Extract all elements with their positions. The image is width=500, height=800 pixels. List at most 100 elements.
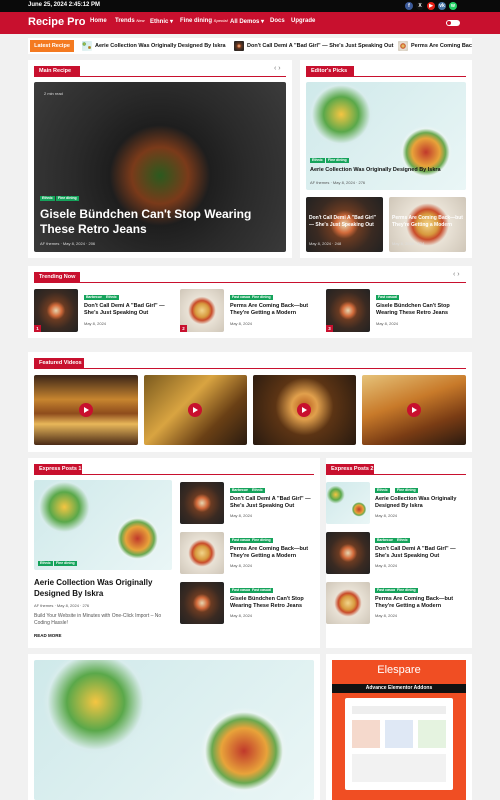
nav-item-all-demos[interactable]: All Demos ▾: [230, 18, 264, 25]
ad-preview-block: [352, 754, 446, 782]
nav-label: Fine dining: [180, 18, 212, 24]
category-badge[interactable]: Fast casual: [376, 295, 400, 300]
category-badge[interactable]: Fine dining: [395, 588, 418, 593]
trending-panel: [28, 266, 472, 338]
play-icon[interactable]: [188, 403, 202, 417]
category-badge[interactable]: Fast casual: [250, 588, 274, 593]
express-list-image[interactable]: [180, 532, 224, 574]
play-icon[interactable]: [297, 403, 311, 417]
post-date: May 8, 2024: [230, 513, 253, 518]
read-time: 2 min read: [44, 91, 63, 96]
trending-title[interactable]: Perms Are Coming Back—but They're Gettin…: [230, 303, 320, 317]
express-list-image[interactable]: [326, 582, 370, 624]
category-badge[interactable]: Fine dining: [395, 488, 418, 493]
nav-item-ethnic[interactable]: Ethnic ▾: [150, 18, 173, 25]
dark-mode-toggle[interactable]: [446, 20, 460, 26]
express-list-title[interactable]: Perms Are Coming Back—but They're Gettin…: [230, 546, 320, 560]
ticker-thumb[interactable]: [82, 41, 92, 51]
nav-item-docs[interactable]: Docs: [270, 18, 285, 24]
ticker-item[interactable]: Perms Are Coming Back: [411, 43, 472, 49]
post-date: May 8, 2024: [84, 321, 107, 326]
post-date: May 8, 2024: [375, 563, 398, 568]
trending-title[interactable]: Gisele Bündchen Can't Stop Wearing These…: [376, 303, 466, 317]
category-badge[interactable]: Fine dining: [250, 295, 273, 300]
main-recipe-title[interactable]: Gisele Bündchen Can't Stop Wearing These…: [40, 207, 280, 237]
section-divider: [326, 474, 466, 475]
category-badge[interactable]: Ethnic: [310, 158, 325, 163]
whatsapp-icon[interactable]: w: [449, 2, 457, 10]
carousel-arrows-icon[interactable]: ‹ ›: [453, 271, 460, 278]
vk-icon[interactable]: vk: [438, 2, 446, 10]
category-badge[interactable]: Barbecue: [230, 488, 250, 493]
ad-brand: Elespare: [377, 664, 421, 676]
post-date: May 8, 2024: [375, 613, 398, 618]
x-icon[interactable]: X: [416, 2, 424, 10]
category-badge[interactable]: Barbecue: [84, 295, 104, 300]
post-meta: AF themes · May 8, 2024 · 276: [310, 180, 366, 185]
category-badge[interactable]: Fine dining: [54, 561, 77, 566]
youtube-icon[interactable]: ▶: [427, 2, 435, 10]
section-divider: [306, 76, 466, 77]
category-badge[interactable]: Fine dining: [250, 538, 273, 543]
section-divider: [34, 76, 286, 77]
express-feature-excerpt: Build Your Website in Minutes with One-C…: [34, 613, 162, 626]
category-badge[interactable]: Barbecue: [375, 538, 395, 543]
trending-title[interactable]: Don't Call Demi A "Bad Girl" — She's Jus…: [84, 303, 174, 317]
ad-preview-block: [385, 720, 413, 748]
current-date: June 25, 2024 2:45:12 PM: [28, 2, 101, 8]
nav-badge: Special: [213, 18, 228, 23]
chevron-down-icon: ▾: [259, 19, 265, 25]
facebook-icon[interactable]: f: [405, 2, 413, 10]
nav-item-home[interactable]: Home: [90, 18, 107, 24]
category-badge[interactable]: Fine dining: [56, 196, 79, 201]
ticker-item[interactable]: Aerie Collection Was Originally Designed…: [95, 43, 226, 49]
category-badge[interactable]: Ethnic: [38, 561, 53, 566]
carousel-arrows-icon[interactable]: ‹ ›: [274, 65, 281, 72]
express-list-title[interactable]: Perms Are Coming Back—but They're Gettin…: [375, 596, 467, 610]
express-list-title[interactable]: Aerie Collection Was Originally Designed…: [375, 496, 467, 510]
express-list-image[interactable]: [326, 532, 370, 574]
express-list-image[interactable]: [326, 482, 370, 524]
post-date: May 8, 2024: [376, 321, 399, 326]
post-meta: AF themes · May 8, 2024 · 206: [40, 241, 96, 246]
bottom-feature-image[interactable]: [34, 660, 314, 800]
post-date: May 8, 2024: [375, 513, 398, 518]
post-meta: AF themes · May 8, 2024 · 276: [34, 603, 90, 608]
express-list-image[interactable]: [180, 482, 224, 524]
express-list-title[interactable]: Gisele Bündchen Can't Stop Wearing These…: [230, 596, 320, 610]
category-badge[interactable]: Ethnic: [375, 488, 390, 493]
nav-item-trends[interactable]: Trends New: [115, 18, 145, 24]
ticker-item[interactable]: Don't Call Demi A "Bad Girl" — She's Jus…: [247, 43, 393, 49]
category-badge[interactable]: Ethnic: [250, 488, 265, 493]
nav-label: Trends: [115, 18, 135, 24]
section-divider: [34, 474, 314, 475]
express-list-title[interactable]: Don't Call Demi A "Bad Girl" — She's Jus…: [230, 496, 320, 510]
play-icon[interactable]: [407, 403, 421, 417]
category-badge[interactable]: Ethnic: [395, 538, 410, 543]
express-feature-title[interactable]: Aerie Collection Was Originally Designed…: [34, 577, 174, 599]
category-badge[interactable]: Ethnic: [104, 295, 119, 300]
ticker-thumb[interactable]: [234, 41, 244, 51]
section-divider: [34, 282, 466, 283]
ticker-label: Latest Recipe: [30, 40, 74, 52]
editors-small-title[interactable]: Perms Are Coming Back—but They're Gettin…: [392, 215, 464, 228]
ad-preview-block: [352, 720, 380, 748]
nav-item-upgrade[interactable]: Upgrade: [291, 18, 315, 24]
trending-rank: 1: [34, 325, 41, 332]
editors-feature-title[interactable]: Aerie Collection Was Originally Designed…: [310, 167, 460, 174]
editors-small-title[interactable]: Don't Call Demi A "Bad Girl" — She's Jus…: [309, 215, 381, 228]
post-date: May 8, 2024: [230, 321, 253, 326]
category-badge[interactable]: Fine dining: [326, 158, 349, 163]
ticker-thumb[interactable]: [398, 41, 408, 51]
express-feature-image[interactable]: [34, 480, 172, 570]
express-list-image[interactable]: [180, 582, 224, 624]
post-date: May 8, 2024: [230, 613, 253, 618]
play-icon[interactable]: [79, 403, 93, 417]
category-badge[interactable]: Ethnic: [40, 196, 55, 201]
site-logo[interactable]: Recipe Pro: [28, 16, 85, 28]
nav-item-fine-dining[interactable]: Fine dining Special: [180, 18, 228, 24]
nav-label: Upgrade: [291, 18, 316, 24]
read-more-link[interactable]: READ MORE: [34, 633, 62, 638]
express-list-title[interactable]: Don't Call Demi A "Bad Girl" — She's Jus…: [375, 546, 467, 560]
nav-label: Ethnic: [150, 19, 169, 25]
